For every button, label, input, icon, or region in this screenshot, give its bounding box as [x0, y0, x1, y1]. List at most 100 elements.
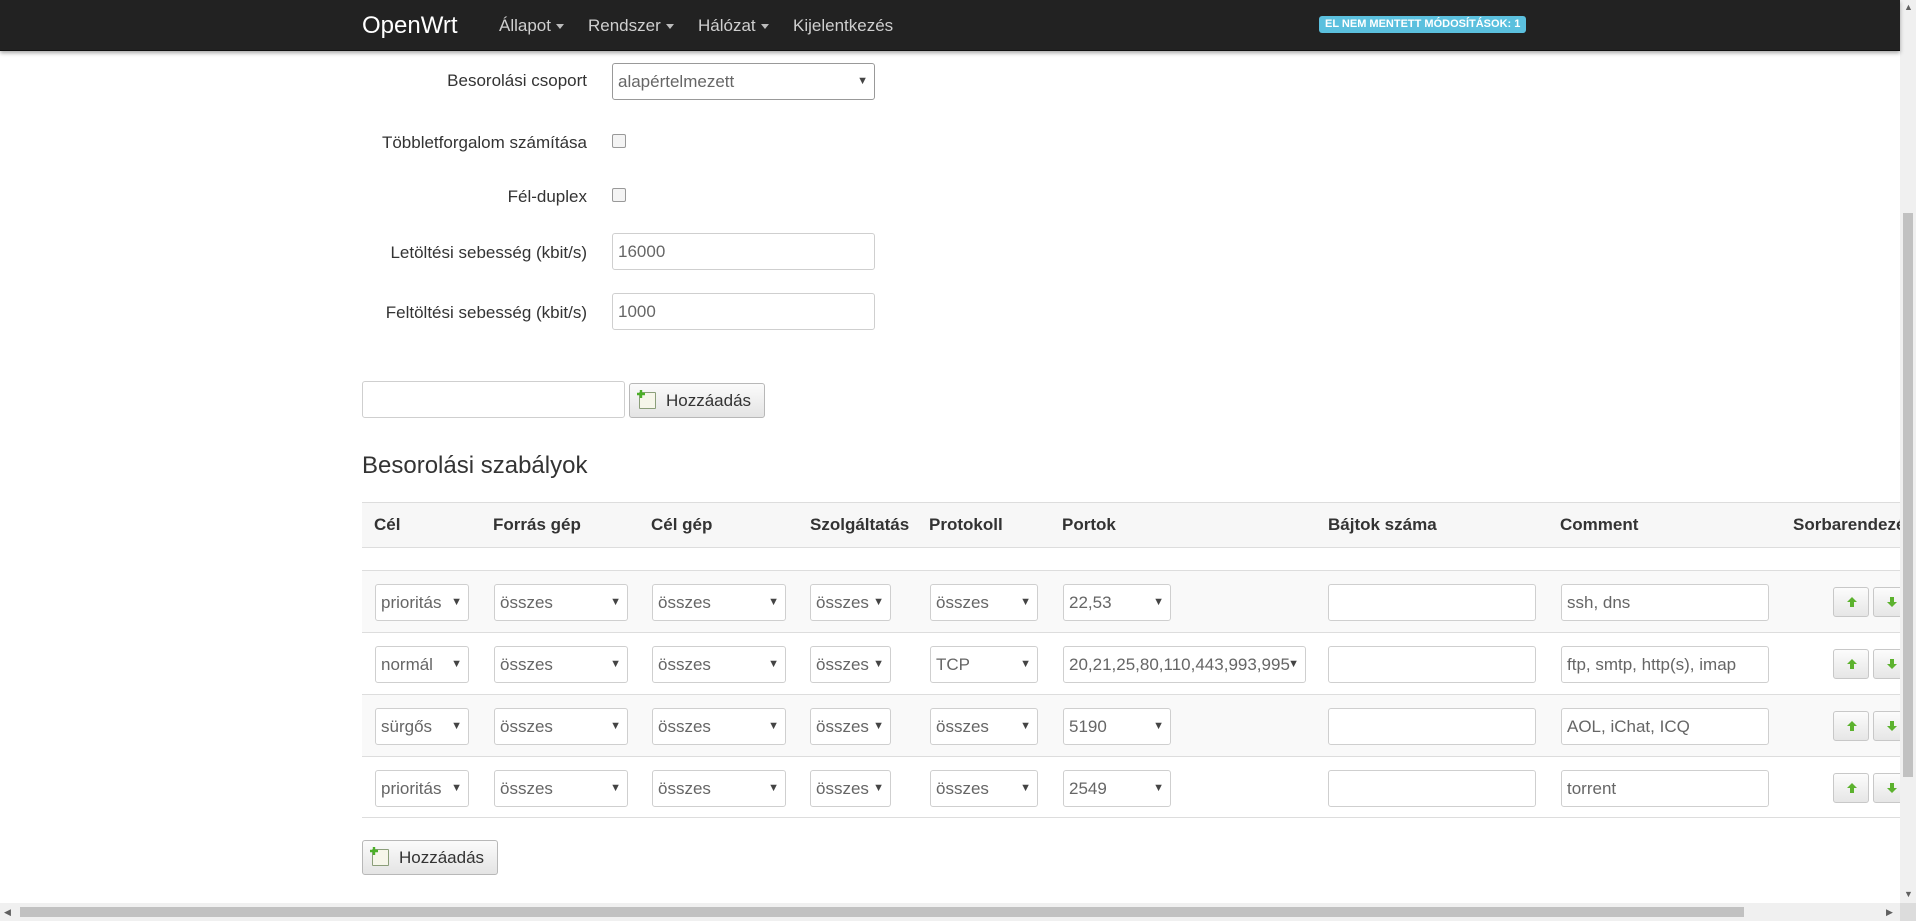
ports-select[interactable]: 20,21,25,80,110,443,993,995 ▼: [1063, 646, 1306, 683]
scroll-down-arrow-icon[interactable]: ▼: [1904, 889, 1913, 899]
menu-rendszer[interactable]: Rendszer: [588, 16, 674, 36]
add-icon: [639, 392, 656, 409]
add-section-button[interactable]: Hozzáadás: [629, 383, 765, 418]
destination-select[interactable]: összes ▼: [652, 708, 786, 745]
arrow-up-icon: [1847, 659, 1857, 669]
vertical-scrollbar[interactable]: ▲ ▼: [1900, 0, 1916, 903]
caret-down-icon: ▼: [451, 658, 462, 670]
move-up-button[interactable]: [1833, 711, 1869, 741]
source-select[interactable]: összes ▼: [494, 584, 628, 621]
protocol-select[interactable]: összes ▼: [930, 584, 1038, 621]
destination-select[interactable]: összes ▼: [652, 770, 786, 807]
unsaved-changes-badge[interactable]: EL NEM MENTETT MÓDOSÍTÁSOK: 1: [1319, 16, 1527, 33]
target-select[interactable]: prioritás ▼: [375, 770, 469, 807]
bytes-input[interactable]: [1328, 770, 1536, 807]
caret-down-icon: ▼: [1020, 658, 1031, 670]
menu-label: Kijelentkezés: [793, 16, 894, 35]
ports-select[interactable]: 2549 ▼: [1063, 770, 1171, 807]
classgroup-select[interactable]: alapértelmezett ▼: [612, 63, 875, 100]
caret-down-icon: ▼: [1153, 596, 1164, 608]
caret-down-icon: ▼: [1020, 596, 1031, 608]
caret-down-icon: [760, 24, 769, 30]
col-comment-header: Comment: [1560, 515, 1639, 534]
upload-placeholder: 1000: [618, 302, 656, 321]
menu-kijelentkezes[interactable]: Kijelentkezés: [793, 16, 893, 36]
caret-down-icon: [555, 24, 564, 30]
target-select[interactable]: sürgős ▼: [375, 708, 469, 745]
caret-down-icon: ▼: [451, 782, 462, 794]
rules-section-title: Besorolási szabályok: [362, 452, 588, 479]
menu-label: Rendszer: [588, 16, 661, 35]
classgroup-value: alapértelmezett: [618, 72, 735, 91]
target-select[interactable]: normál ▼: [375, 646, 469, 683]
caret-down-icon: ▼: [610, 720, 621, 732]
bytes-input[interactable]: [1328, 584, 1536, 621]
caret-down-icon: ▼: [1153, 720, 1164, 732]
arrow-up-icon: [1847, 783, 1857, 793]
upload-label: Feltöltési sebesség (kbit/s): [385, 303, 587, 322]
col-ports-header: Portok: [1062, 515, 1116, 534]
destination-select[interactable]: összes ▼: [652, 584, 786, 621]
service-select[interactable]: összes ▼: [810, 584, 891, 621]
protocol-select[interactable]: TCP ▼: [930, 646, 1038, 683]
classgroup-label: Besorolási csoport: [447, 71, 587, 90]
col-protocol-header: Protokoll: [929, 515, 1003, 534]
overhead-checkbox[interactable]: [612, 134, 626, 148]
arrow-down-icon: [1887, 659, 1897, 669]
col-bytes-header: Bájtok száma: [1328, 515, 1437, 534]
caret-down-icon: ▼: [610, 782, 621, 794]
arrow-down-icon: [1887, 597, 1897, 607]
table-row: prioritás ▼ összes ▼ összes ▼ összes ▼ össze…: [362, 756, 1909, 818]
scroll-right-arrow-icon[interactable]: ▶: [1886, 907, 1893, 918]
bytes-input[interactable]: [1328, 646, 1536, 683]
caret-down-icon: ▼: [873, 658, 884, 670]
move-up-button[interactable]: [1833, 649, 1869, 679]
source-select[interactable]: összes ▼: [494, 646, 628, 683]
arrow-up-icon: [1847, 721, 1857, 731]
caret-down-icon: ▼: [610, 658, 621, 670]
ports-select[interactable]: 22,53 ▼: [1063, 584, 1171, 621]
add-rule-button[interactable]: Hozzáadás: [362, 840, 498, 875]
comment-input[interactable]: AOL, iChat, ICQ: [1561, 708, 1769, 745]
caret-down-icon: ▼: [873, 720, 884, 732]
menu-halozat[interactable]: Hálózat: [698, 16, 769, 36]
menu-allapot[interactable]: Állapot: [499, 16, 564, 36]
scroll-up-arrow-icon[interactable]: ▲: [1904, 2, 1913, 12]
source-select[interactable]: összes ▼: [494, 708, 628, 745]
halfduplex-checkbox[interactable]: [612, 188, 626, 202]
table-row: sürgős ▼ összes ▼ összes ▼ összes ▼ összes ▼ …: [362, 694, 1909, 756]
comment-input[interactable]: ftp, smtp, http(s), imap: [1561, 646, 1769, 683]
vertical-scroll-thumb[interactable]: [1903, 213, 1913, 777]
protocol-select[interactable]: összes ▼: [930, 770, 1038, 807]
move-up-button[interactable]: [1833, 773, 1869, 803]
caret-down-icon: ▼: [857, 75, 868, 87]
download-speed-input[interactable]: 16000: [612, 233, 875, 270]
download-label: Letöltési sebesség (kbit/s): [390, 243, 587, 262]
service-select[interactable]: összes ▼: [810, 770, 891, 807]
add-section-button-label: Hozzáadás: [666, 391, 752, 410]
caret-down-icon: [665, 24, 674, 30]
source-select[interactable]: összes ▼: [494, 770, 628, 807]
brand-logo[interactable]: OpenWrt: [362, 12, 458, 40]
horizontal-scrollbar[interactable]: ◀ ▶: [0, 903, 1900, 921]
bytes-input[interactable]: [1328, 708, 1536, 745]
comment-input[interactable]: ssh, dns: [1561, 584, 1769, 621]
arrow-down-icon: [1887, 783, 1897, 793]
overhead-label: Többletforgalom számítása: [381, 133, 587, 152]
table-row: normál ▼ összes ▼ összes ▼ összes ▼ TCP ▼ 20,…: [362, 632, 1909, 694]
target-select[interactable]: prioritás ▼: [375, 584, 469, 621]
move-up-button[interactable]: [1833, 587, 1869, 617]
scroll-left-arrow-icon[interactable]: ◀: [4, 907, 11, 918]
protocol-select[interactable]: összes ▼: [930, 708, 1038, 745]
ports-select[interactable]: 5190 ▼: [1063, 708, 1171, 745]
comment-input[interactable]: torrent: [1561, 770, 1769, 807]
destination-select[interactable]: összes ▼: [652, 646, 786, 683]
caret-down-icon: ▼: [1288, 658, 1299, 670]
new-section-name-input[interactable]: [362, 381, 625, 418]
service-select[interactable]: összes ▼: [810, 708, 891, 745]
arrow-down-icon: [1887, 721, 1897, 731]
horizontal-scroll-thumb[interactable]: [20, 907, 1744, 917]
caret-down-icon: ▼: [1153, 782, 1164, 794]
upload-speed-input[interactable]: 1000: [612, 293, 875, 330]
service-select[interactable]: összes ▼: [810, 646, 891, 683]
